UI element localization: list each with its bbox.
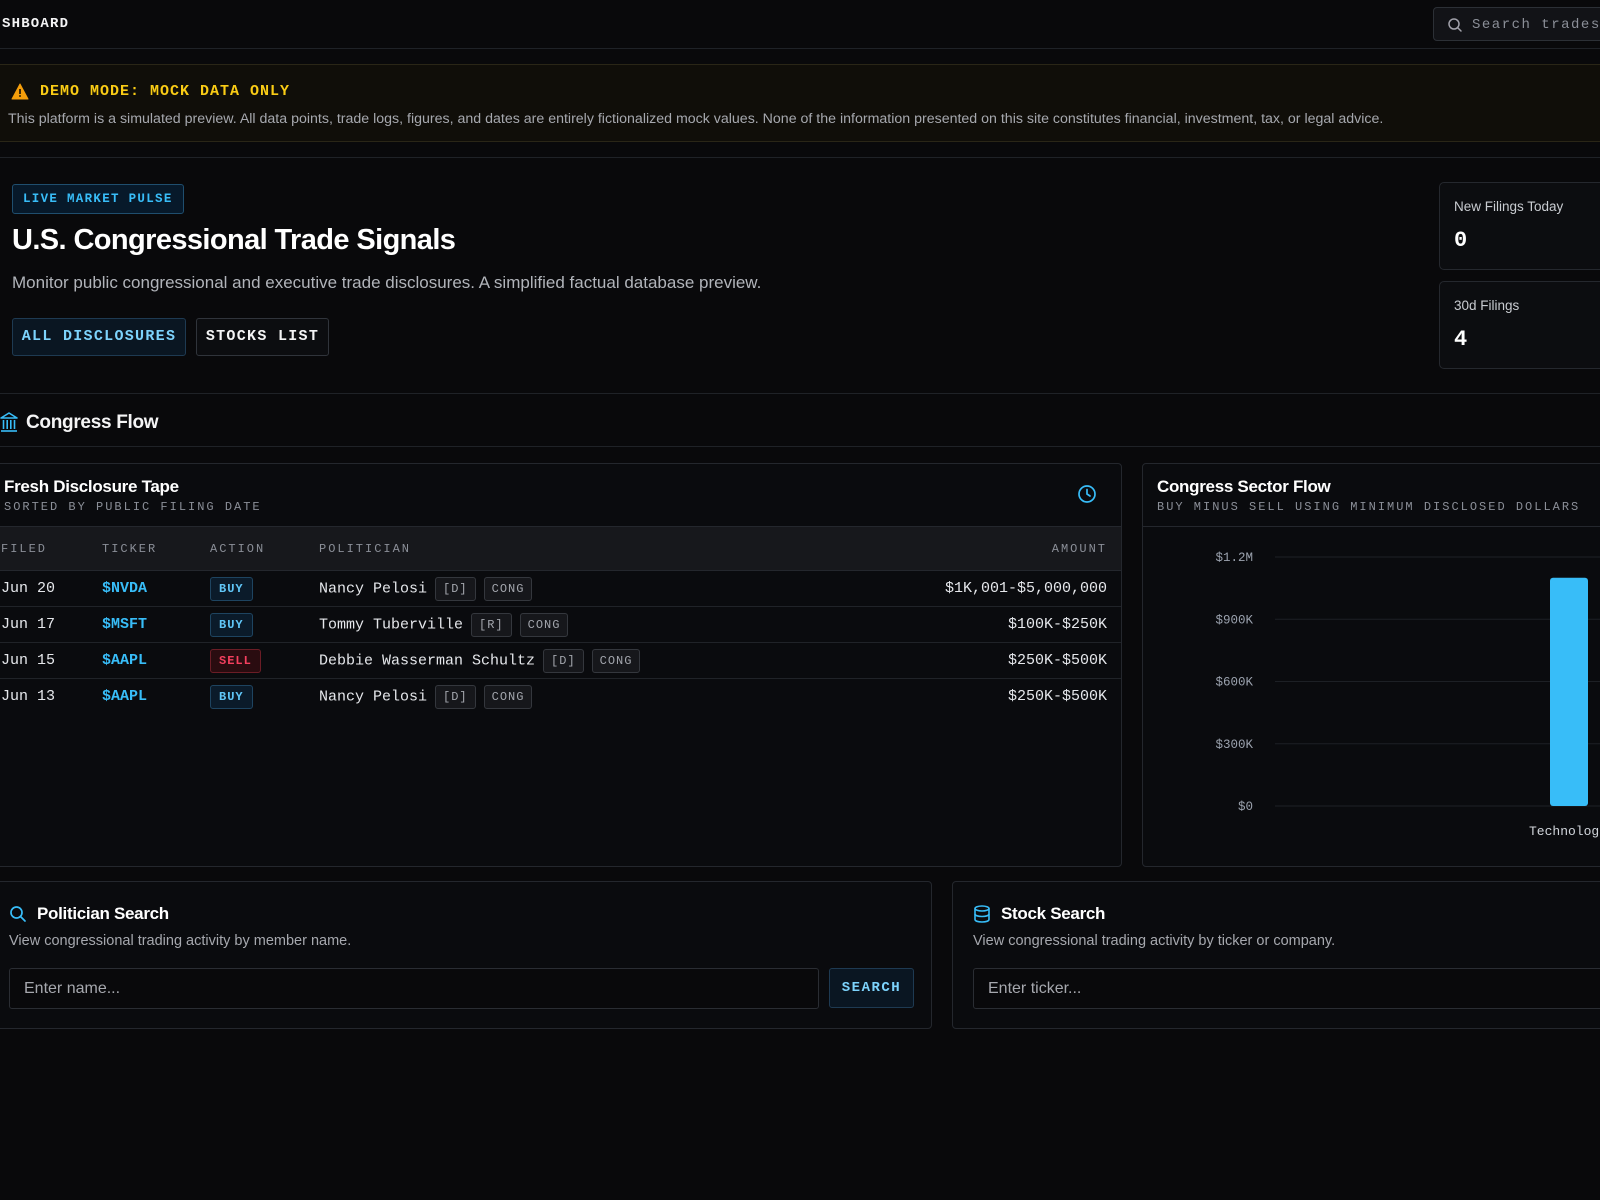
stat-label: 30d Filings <box>1454 298 1520 313</box>
stat-value: 0 <box>1454 228 1468 253</box>
ticker-link[interactable]: $MSFT <box>102 616 147 633</box>
filed-date: Jun 13 <box>1 688 56 705</box>
politician-search-button[interactable]: SEARCH <box>829 968 914 1008</box>
panel-subtitle: BUY MINUS SELL USING MINIMUM DISCLOSED D… <box>1157 500 1581 514</box>
table-row[interactable]: Jun 13 $AAPL BUY Nancy Pelosi [D] CONG $25… <box>0 679 1121 715</box>
y-tick-label: $300K <box>1215 738 1253 752</box>
politician-link[interactable]: Debbie Wasserman Schultz <box>319 653 535 670</box>
brand-title: SHBOARD <box>2 16 70 32</box>
warning-icon <box>11 83 29 100</box>
filed-date: Jun 15 <box>1 652 56 669</box>
demo-banner-text: This platform is a simulated preview. Al… <box>8 111 1384 127</box>
party-tag: [D] <box>543 649 584 673</box>
party-tag: [R] <box>471 613 512 637</box>
all-disclosures-button[interactable]: ALL DISCLOSURES <box>12 318 186 356</box>
card-title: Politician Search <box>37 904 169 923</box>
section-title: Congress Flow <box>26 412 159 433</box>
y-tick-label: $600K <box>1215 676 1253 690</box>
panel-title: Fresh Disclosure Tape <box>4 477 179 496</box>
table-header: FILED TICKER ACTION POLITICIAN AMOUNT <box>0 526 1121 571</box>
column-header-amount[interactable]: AMOUNT <box>1052 542 1107 556</box>
live-market-badge: LIVE MARKET PULSE <box>12 184 184 214</box>
column-header-politician[interactable]: POLITICIAN <box>319 542 411 556</box>
stock-search-card: Stock Search View congressional trading … <box>952 881 1600 1029</box>
database-icon <box>974 905 990 923</box>
top-bar: SHBOARD Search trades <box>0 0 1600 49</box>
politician-search-card: Politician Search View congressional tra… <box>0 881 932 1029</box>
search-icon <box>10 906 26 922</box>
demo-banner-title: DEMO MODE: MOCK DATA ONLY <box>40 83 291 100</box>
stocks-list-button[interactable]: STOCKS LIST <box>196 318 329 356</box>
page-title: U.S. Congressional Trade Signals <box>12 224 456 256</box>
global-search-input[interactable]: Search trades <box>1472 17 1600 33</box>
stat-label: New Filings Today <box>1454 199 1564 214</box>
amount-range: $250K-$500K <box>1007 688 1107 705</box>
action-badge: BUY <box>210 685 253 709</box>
action-badge: SELL <box>210 649 261 673</box>
clock-icon[interactable] <box>1077 484 1097 504</box>
politician-cell: Tommy Tuberville [R] CONG <box>319 613 569 637</box>
filed-date: Jun 17 <box>1 616 56 633</box>
ticker-link[interactable]: $AAPL <box>102 688 147 705</box>
chamber-tag: CONG <box>483 577 533 601</box>
amount-range: $250K-$500K <box>1007 652 1107 669</box>
sector-flow-panel: Congress Sector Flow BUY MINUS SELL USIN… <box>1142 463 1600 867</box>
page-subtitle: Monitor public congressional and executi… <box>12 273 762 292</box>
y-tick-label: $1.2M <box>1215 551 1253 565</box>
table-row[interactable]: Jun 17 $MSFT BUY Tommy Tuberville [R] CONG… <box>0 607 1121 643</box>
amount-range: $1K,001-$5,000,000 <box>944 580 1107 597</box>
stock-ticker-input[interactable] <box>973 968 1600 1009</box>
table-row[interactable]: Jun 20 $NVDA BUY Nancy Pelosi [D] CONG $1K… <box>0 571 1121 607</box>
panel-subtitle: SORTED BY PUBLIC FILING DATE <box>4 500 262 514</box>
chamber-tag: CONG <box>591 649 641 673</box>
action-badge: BUY <box>210 577 253 601</box>
y-tick-label: $900K <box>1215 613 1253 627</box>
chart-bar[interactable] <box>1550 577 1588 806</box>
divider <box>0 446 1600 447</box>
stat-card-30d-filings: 30d Filings 4 <box>1439 281 1600 369</box>
divider <box>0 157 1600 158</box>
column-header-action[interactable]: ACTION <box>210 542 265 556</box>
card-subtitle: View congressional trading activity by t… <box>973 933 1336 949</box>
disclosure-tape-panel: Fresh Disclosure Tape SORTED BY PUBLIC F… <box>0 463 1122 867</box>
ticker-link[interactable]: $AAPL <box>102 652 147 669</box>
politician-link[interactable]: Nancy Pelosi <box>319 689 427 706</box>
y-tick-label: $0 <box>1238 800 1253 814</box>
politician-link[interactable]: Nancy Pelosi <box>319 581 427 598</box>
politician-cell: Nancy Pelosi [D] CONG <box>319 577 533 601</box>
filed-date: Jun 20 <box>1 580 56 597</box>
column-header-ticker[interactable]: TICKER <box>102 542 157 556</box>
politician-cell: Debbie Wasserman Schultz [D] CONG <box>319 649 641 673</box>
chamber-tag: CONG <box>519 613 569 637</box>
chamber-tag: CONG <box>483 685 533 709</box>
card-title: Stock Search <box>1001 904 1106 923</box>
stat-card-new-filings: New Filings Today 0 <box>1439 182 1600 270</box>
sector-flow-chart: $0 $300K $600K $900K $1.2M Technolog <box>1215 551 1600 839</box>
table-row[interactable]: Jun 15 $AAPL SELL Debbie Wasserman Schul… <box>0 643 1121 679</box>
demo-banner: DEMO MODE: MOCK DATA ONLY This platform … <box>0 64 1600 142</box>
stat-value: 4 <box>1454 327 1468 352</box>
panel-title: Congress Sector Flow <box>1157 477 1331 496</box>
action-badge: BUY <box>210 613 253 637</box>
x-tick-label: Technolog <box>1529 824 1599 839</box>
politician-link[interactable]: Tommy Tuberville <box>319 617 463 634</box>
politician-cell: Nancy Pelosi [D] CONG <box>319 685 533 709</box>
bank-icon <box>0 412 18 432</box>
search-icon <box>1448 18 1462 32</box>
column-header-filed[interactable]: FILED <box>1 542 47 556</box>
global-search[interactable]: Search trades <box>1433 7 1600 41</box>
amount-range: $100K-$250K <box>1007 616 1107 633</box>
party-tag: [D] <box>435 685 476 709</box>
dashboard-page: SHBOARD Search trades DEMO MODE: MOCK DA… <box>0 0 1600 1200</box>
card-subtitle: View congressional trading activity by m… <box>9 933 352 949</box>
politician-name-input[interactable] <box>9 968 819 1009</box>
divider <box>0 393 1600 394</box>
party-tag: [D] <box>435 577 476 601</box>
ticker-link[interactable]: $NVDA <box>102 580 147 597</box>
